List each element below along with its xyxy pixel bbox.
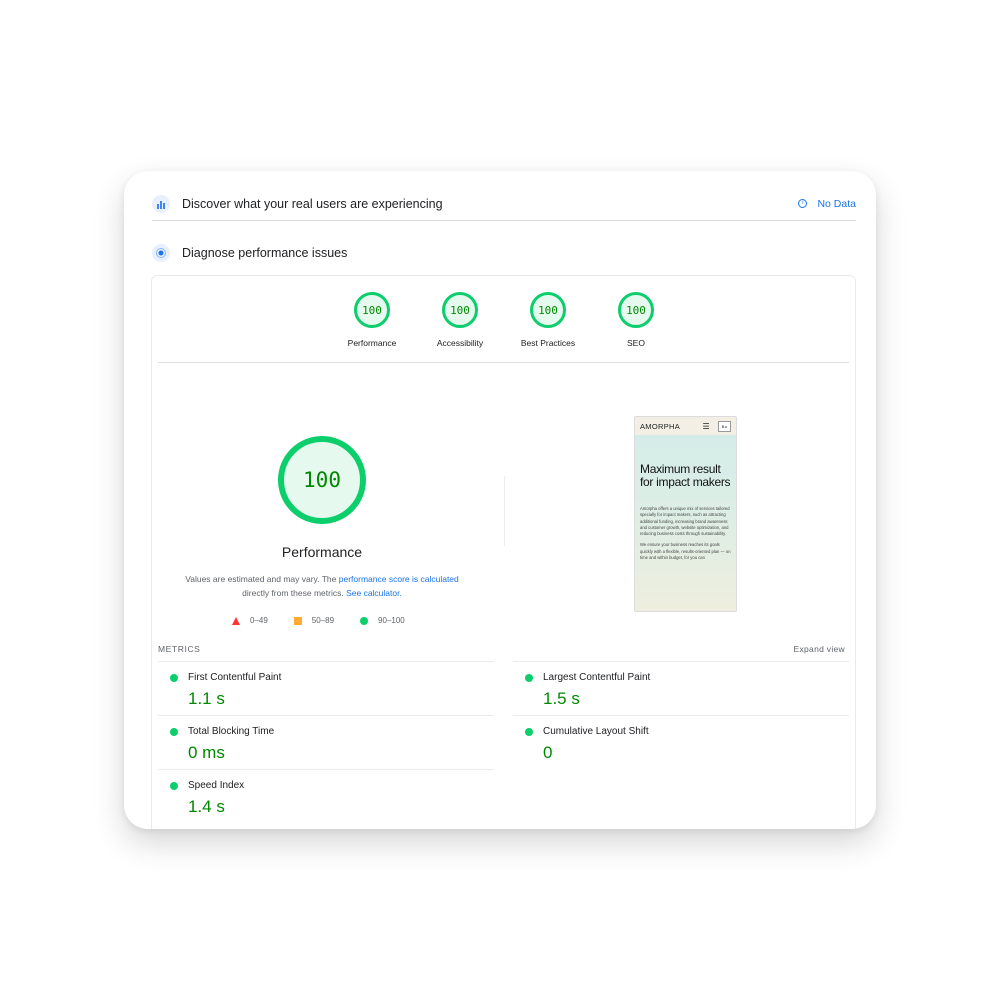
discover-section-header[interactable]: Discover what your real users are experi…: [152, 187, 856, 221]
gauge-label: Best Practices: [520, 338, 576, 348]
metric-name: First Contentful Paint: [188, 672, 282, 683]
gauge-label: Performance: [347, 338, 397, 348]
performance-score-gauge: 100: [278, 436, 366, 524]
metric-value: 0: [543, 743, 553, 762]
metric-value: 1.4 s: [188, 797, 225, 816]
pass-dot-icon: [170, 728, 178, 736]
pass-dot-icon: [525, 728, 533, 736]
metric-value: 1.1 s: [188, 689, 225, 708]
thumbnail-paragraph: We ensure your business reaches its goal…: [640, 542, 731, 561]
circle-icon: [360, 616, 369, 625]
no-data-label: No Data: [817, 197, 856, 210]
legend-fail-label: 0–49: [250, 616, 268, 625]
note-text: Values are estimated and may vary. The: [185, 574, 339, 584]
expand-view-toggle[interactable]: Expand view: [794, 644, 846, 654]
triangle-icon: [232, 616, 240, 625]
pass-dot-icon: [170, 782, 178, 790]
pass-dot-icon: [525, 674, 533, 682]
legend-average: 50–89: [293, 616, 335, 625]
page-screenshot-thumbnail[interactable]: AMORPHA ☰ Bu Maximum result for impact m…: [634, 416, 737, 612]
lighthouse-report: 100 Performance 100 Accessibility 100 Be…: [151, 275, 856, 829]
no-data-status[interactable]: i No Data: [798, 198, 856, 210]
score-legend: 0–49 50–89 90–100: [232, 616, 405, 625]
gauge-accessibility[interactable]: 100 Accessibility: [415, 292, 505, 348]
thumbnail-paragraph: Amorpha offers a unique mix of services …: [640, 506, 730, 537]
metric-tbt: Total Blocking Time 0 ms: [158, 715, 494, 769]
pagespeed-card: Discover what your real users are experi…: [124, 171, 876, 829]
metrics-title: METRICS: [158, 644, 201, 654]
diagnose-title: Diagnose performance issues: [182, 246, 348, 260]
metrics-header: METRICS Expand view: [158, 644, 849, 658]
thumbnail-body: Amorpha offers a unique mix of services …: [635, 488, 736, 561]
info-icon: i: [798, 199, 808, 208]
metric-cls: Cumulative Layout Shift 0: [513, 715, 849, 769]
score-note: Values are estimated and may vary. The p…: [172, 572, 472, 600]
thumbnail-brand: AMORPHA: [640, 421, 681, 431]
diagnose-section-header: Diagnose performance issues: [152, 243, 347, 263]
gauge-performance[interactable]: 100 Performance: [327, 292, 417, 348]
gauge-label: Accessibility: [436, 338, 484, 348]
metric-lcp: Largest Contentful Paint 1.5 s: [513, 661, 849, 715]
metric-value: 0 ms: [188, 743, 225, 762]
thumbnail-headline: Maximum result for impact makers: [640, 462, 731, 489]
category-gauges: 100 Performance 100 Accessibility 100 Be…: [152, 276, 855, 362]
users-chart-icon: [152, 194, 170, 213]
lighthouse-icon: [152, 244, 170, 262]
metric-name: Largest Contentful Paint: [543, 672, 651, 683]
discover-title: Discover what your real users are experi…: [182, 196, 443, 211]
legend-fail: 0–49: [232, 616, 268, 625]
metric-name: Cumulative Layout Shift: [543, 726, 649, 737]
divider: [504, 476, 505, 546]
thumbnail-button: Bu: [718, 420, 731, 432]
metric-speed-index: Speed Index 1.4 s: [158, 769, 494, 823]
metric-fcp: First Contentful Paint 1.1 s: [158, 661, 494, 715]
gauge-seo[interactable]: 100 SEO: [591, 292, 681, 348]
metric-value: 1.5 s: [543, 689, 580, 708]
performance-score-link[interactable]: performance score is calculated: [339, 574, 459, 584]
gauge-best-practices[interactable]: 100 Best Practices: [503, 292, 593, 348]
gauge-label: SEO: [627, 338, 645, 348]
legend-average-label: 50–89: [311, 616, 335, 625]
gauge-score: 100: [618, 292, 654, 328]
legend-pass: 90–100: [360, 616, 405, 625]
performance-score-label: Performance: [281, 544, 363, 560]
gauge-score: 100: [530, 292, 566, 328]
hamburger-menu-icon: ☰: [702, 421, 710, 431]
metric-name: Total Blocking Time: [188, 726, 275, 737]
metric-name: Speed Index: [188, 780, 245, 791]
note-text: directly from these metrics.: [242, 588, 347, 598]
pass-dot-icon: [170, 674, 178, 682]
legend-pass-label: 90–100: [378, 616, 405, 625]
thumbnail-navbar: AMORPHA ☰ Bu: [635, 417, 736, 435]
gauge-score: 100: [442, 292, 478, 328]
square-icon: [293, 616, 302, 625]
divider: [158, 362, 849, 363]
calculator-link[interactable]: See calculator.: [346, 588, 402, 598]
gauge-score: 100: [354, 292, 390, 328]
